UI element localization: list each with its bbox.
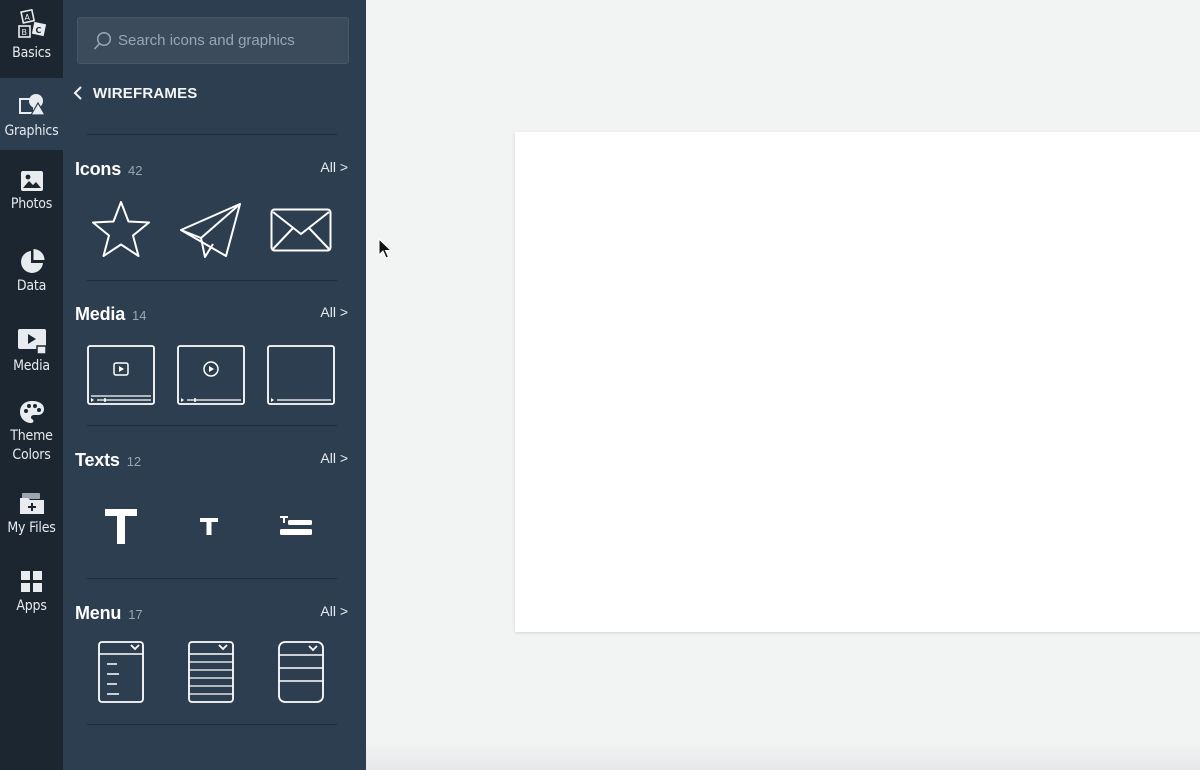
media-all-link[interactable]: All > xyxy=(320,304,348,320)
envelope-icon xyxy=(270,208,332,252)
icons-all-link[interactable]: All > xyxy=(320,159,348,175)
stacked-menu-wireframe-tile[interactable] xyxy=(263,638,339,706)
video-player-wireframe-icon xyxy=(87,345,155,405)
tool-rail: A B C Basics Graphics Photos Data Media … xyxy=(0,0,63,770)
rail-label: Data xyxy=(16,278,47,294)
section-title-icons: Icons 42 xyxy=(75,159,142,180)
section-count: 12 xyxy=(126,454,142,469)
table-menu-wireframe-tile[interactable] xyxy=(173,638,249,706)
video-icon xyxy=(17,329,47,354)
rail-item-basics[interactable]: A B C Basics xyxy=(0,0,63,78)
search-box xyxy=(77,17,349,64)
rail-label: My Files xyxy=(7,520,56,536)
mouse-pointer-icon xyxy=(378,238,392,259)
paper-plane-icon-tile[interactable] xyxy=(173,196,249,264)
rail-label: Media xyxy=(13,358,50,374)
workspace xyxy=(366,0,1200,770)
divider xyxy=(87,280,337,281)
image-icon xyxy=(20,171,43,191)
large-text-icon xyxy=(105,509,137,544)
rail-item-my-files[interactable]: My Files xyxy=(0,480,63,558)
divider xyxy=(87,134,337,135)
audio-player-wireframe-tile[interactable] xyxy=(173,341,249,409)
bottom-bar xyxy=(366,742,1200,770)
menu-all-link[interactable]: All > xyxy=(320,603,348,619)
dropdown-list-icon xyxy=(98,641,144,703)
shapes-icon xyxy=(18,94,46,116)
back-to-categories-button[interactable]: WIREFRAMES xyxy=(73,80,198,106)
search-icon xyxy=(94,31,112,50)
text-list-tile[interactable] xyxy=(258,492,334,560)
section-count: 14 xyxy=(132,308,147,323)
chevron-left-icon xyxy=(73,86,82,100)
paper-plane-icon xyxy=(180,203,241,258)
rail-item-media[interactable]: Media xyxy=(0,306,63,384)
abc-blocks-icon: A B C xyxy=(17,9,46,38)
video-player-wireframe-tile[interactable] xyxy=(83,341,159,409)
svg-text:C: C xyxy=(35,26,41,35)
section-title-media: Media 14 xyxy=(75,304,146,325)
star-icon xyxy=(92,201,150,257)
divider xyxy=(87,578,337,579)
text-with-lines-icon xyxy=(280,516,312,535)
section-name: Texts xyxy=(75,450,120,470)
audio-player-wireframe-icon xyxy=(177,345,245,405)
apps-grid-icon xyxy=(20,571,42,592)
section-name: Menu xyxy=(75,603,122,623)
palette-icon xyxy=(19,401,44,423)
rail-item-data[interactable]: Data xyxy=(0,228,63,306)
category-title: WIREFRAMES xyxy=(93,84,198,102)
rail-item-graphics[interactable]: Graphics xyxy=(0,78,63,150)
small-text-icon xyxy=(200,518,218,535)
rail-label: Photos xyxy=(10,196,53,212)
rail-item-photos[interactable]: Photos xyxy=(0,150,63,228)
rail-item-theme-colors[interactable]: Theme Colors xyxy=(0,384,63,480)
rail-label: Graphics xyxy=(4,123,59,139)
section-title-menu: Menu 17 xyxy=(75,603,143,624)
envelope-icon-tile[interactable] xyxy=(263,196,339,264)
divider xyxy=(87,724,337,725)
svg-text:B: B xyxy=(21,28,27,37)
section-title-texts: Texts 12 xyxy=(75,450,141,471)
divider xyxy=(87,425,337,426)
design-canvas[interactable] xyxy=(515,132,1200,632)
section-name: Media xyxy=(75,304,126,324)
texts-all-link[interactable]: All > xyxy=(320,450,348,466)
section-name: Icons xyxy=(75,159,122,179)
section-count: 42 xyxy=(128,163,143,178)
rail-item-apps[interactable]: Apps xyxy=(0,558,63,636)
search-input[interactable] xyxy=(118,18,338,63)
dropdown-rows-icon xyxy=(188,641,234,703)
body-text-tile[interactable] xyxy=(171,492,247,560)
pie-chart-icon xyxy=(20,249,44,273)
svg-text:A: A xyxy=(24,13,30,22)
graphics-library-panel: WIREFRAMES Icons 42 All > Media 14 All > xyxy=(63,0,366,770)
rail-label: Apps xyxy=(16,598,47,614)
star-icon-tile[interactable] xyxy=(83,196,159,264)
folder-icon xyxy=(19,493,44,514)
dropdown-menu-wireframe-tile[interactable] xyxy=(83,638,159,706)
stacked-dropdown-icon xyxy=(278,641,324,703)
blank-player-wireframe-tile[interactable] xyxy=(263,341,339,409)
section-count: 17 xyxy=(128,607,143,622)
blank-player-wireframe-icon xyxy=(267,345,335,405)
rail-label: Theme Colors xyxy=(10,428,53,463)
rail-label: Basics xyxy=(12,45,51,61)
heading-text-tile[interactable] xyxy=(83,492,159,560)
